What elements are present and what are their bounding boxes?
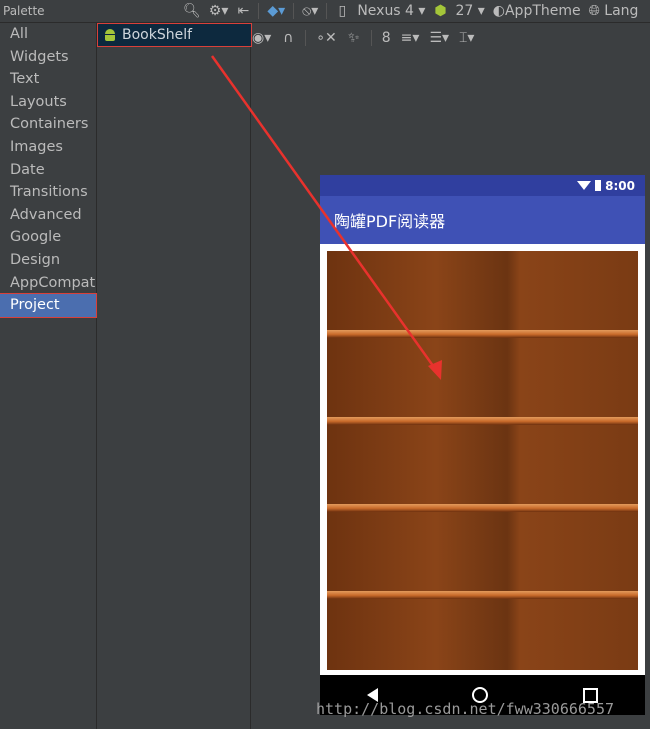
palette-title: Palette — [3, 4, 45, 18]
status-time: 8:00 — [605, 178, 635, 193]
toolbar-divider — [305, 30, 307, 46]
category-widgets[interactable]: Widgets — [0, 46, 96, 69]
category-containers[interactable]: Containers — [0, 113, 96, 136]
status-bar: 8:00 — [320, 175, 645, 196]
theme-selector[interactable]: ◐AppTheme — [493, 3, 581, 19]
phone-preview[interactable]: 8:00 陶罐PDF阅读器 — [320, 175, 645, 715]
wifi-icon — [577, 181, 592, 190]
api-level-label: 27 — [455, 3, 474, 19]
align-icon[interactable]: ☰▾ — [429, 30, 449, 46]
pack-icon[interactable]: ≡▾ — [401, 30, 420, 46]
category-design[interactable]: Design — [0, 249, 96, 272]
device-label: Nexus 4 — [357, 3, 414, 19]
theme-label: AppTheme — [504, 3, 581, 19]
shelf-board — [327, 330, 638, 338]
category-advanced[interactable]: Advanced — [0, 204, 96, 227]
search-icon[interactable]: 🔍︎ — [183, 3, 201, 19]
magnet-icon[interactable]: ∩ — [281, 30, 295, 46]
api-level-selector[interactable]: 27 ▾ — [455, 3, 484, 19]
collapse-icon[interactable]: ⇤ — [236, 3, 250, 19]
clear-constraints-icon[interactable]: ∘✕ — [316, 30, 337, 46]
category-date[interactable]: Date — [0, 159, 96, 182]
gear-icon[interactable]: ⚙▾ — [209, 3, 229, 19]
component-bookshelf[interactable]: BookShelf — [97, 23, 252, 47]
bookshelf-view[interactable] — [327, 251, 638, 670]
shelf-board — [327, 504, 638, 512]
toolbar-divider — [326, 3, 328, 19]
phone-icon: ▯ — [338, 3, 347, 19]
component-label: BookShelf — [122, 27, 193, 43]
watermark: http://blog.csdn.net/fww330666557 — [316, 700, 615, 718]
palette-category-list: All Widgets Text Layouts Containers Imag… — [0, 23, 97, 729]
app-bar: 陶罐PDF阅读器 — [320, 196, 645, 244]
android-api-icon: ⬢ — [434, 3, 447, 19]
language-label: Lang — [604, 3, 639, 19]
palette-header: Palette 🔍︎ ⚙▾ ⇤ ◆▾ ⦸▾ ▯ Nexus 4 ▾ ⬢ 27 ▾… — [0, 0, 650, 23]
magic-wand-icon[interactable]: ✨︎ — [347, 30, 361, 46]
shelf-board — [327, 417, 638, 425]
category-appcompat[interactable]: AppCompat — [0, 272, 96, 295]
category-transitions[interactable]: Transitions — [0, 181, 96, 204]
category-google[interactable]: Google — [0, 226, 96, 249]
eye-icon[interactable]: ◉▾ — [252, 30, 271, 46]
toolbar-divider — [370, 30, 372, 46]
design-toolbar: 🔍︎ ⚙▾ ⇤ ◆▾ ⦸▾ ▯ Nexus 4 ▾ ⬢ 27 ▾ ◐AppThe… — [183, 3, 638, 19]
app-title: 陶罐PDF阅读器 — [334, 212, 446, 231]
language-selector[interactable]: 🌐︎ Lang — [589, 3, 639, 19]
category-project[interactable]: Project — [0, 293, 97, 318]
toolbar-divider — [293, 3, 295, 19]
guidelines-icon[interactable]: ⌶▾ — [459, 30, 474, 46]
layout-toolbar: ◉▾ ∩ ∘✕ ✨︎ 8 ≡▾ ☰▾ ⌶▾ — [252, 26, 474, 50]
battery-icon — [595, 180, 602, 191]
palette-component-list: BookShelf — [97, 23, 252, 729]
android-icon — [104, 29, 116, 41]
device-selector[interactable]: Nexus 4 ▾ — [357, 3, 425, 19]
shelf-board — [327, 591, 638, 599]
toolbar-divider — [258, 3, 260, 19]
category-layouts[interactable]: Layouts — [0, 91, 96, 114]
layers-icon[interactable]: ◆▾ — [267, 3, 285, 19]
category-images[interactable]: Images — [0, 136, 96, 159]
orientation-icon[interactable]: ⦸▾ — [302, 3, 318, 19]
margin-value[interactable]: 8 — [382, 30, 391, 46]
category-text[interactable]: Text — [0, 68, 96, 91]
category-all[interactable]: All — [0, 23, 96, 46]
